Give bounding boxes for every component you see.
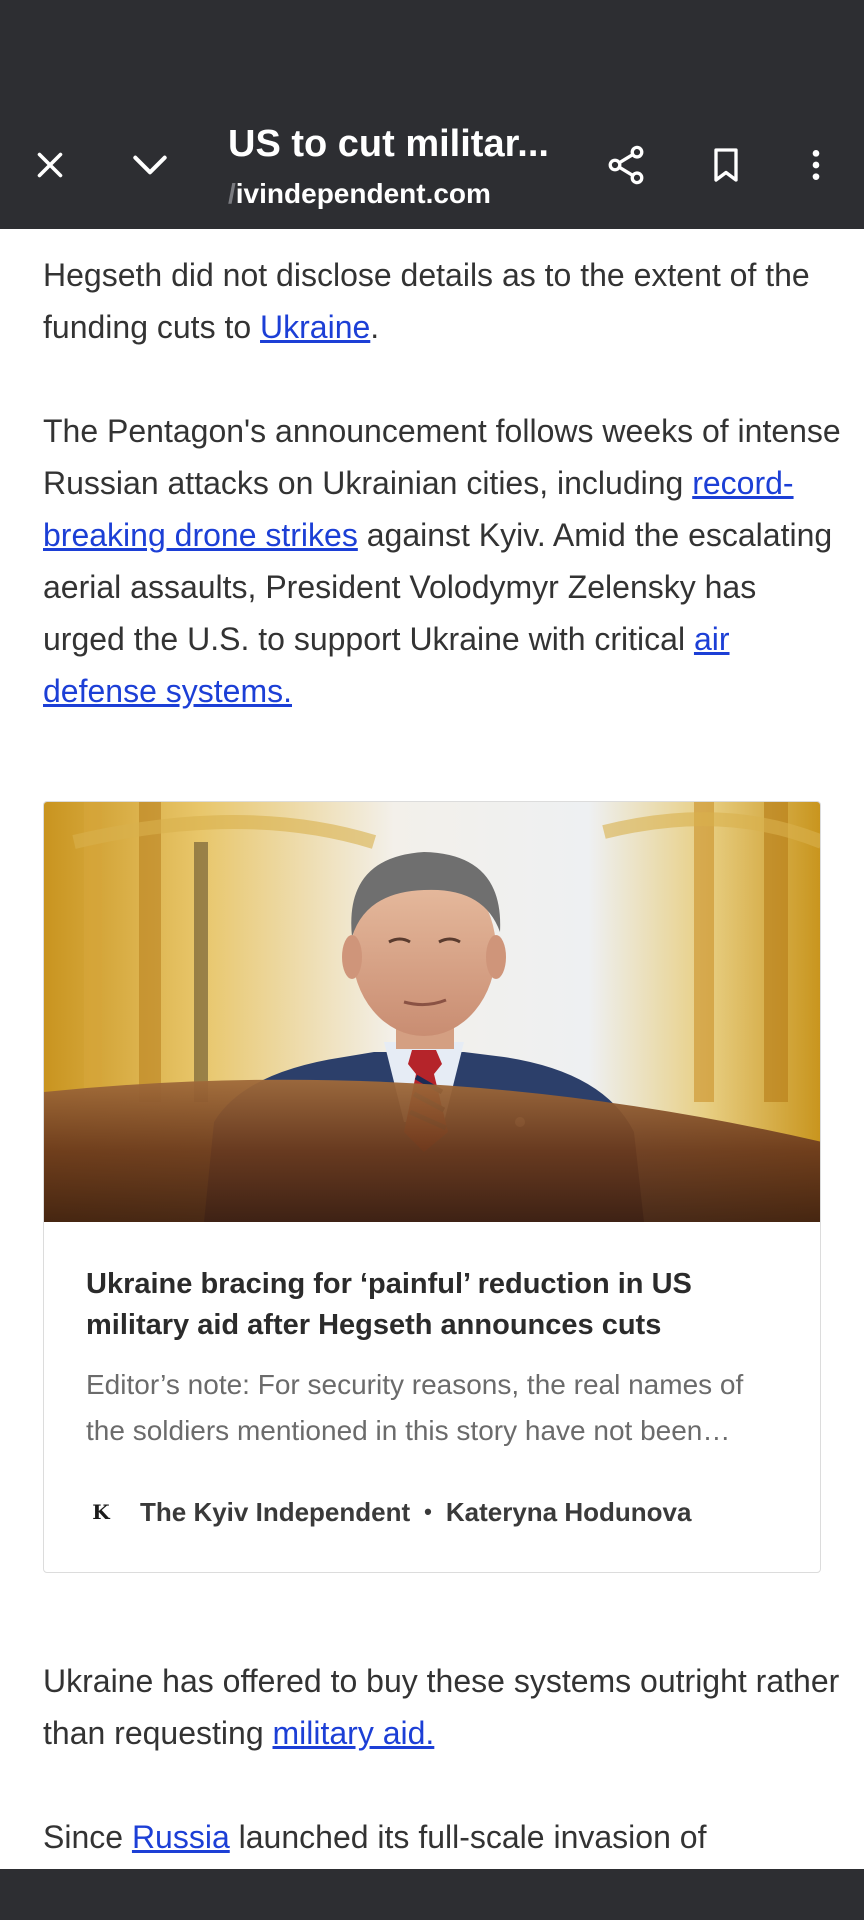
close-icon bbox=[37, 152, 63, 177]
paragraph-4: Since Russia launched its full-scale inv… bbox=[43, 1811, 843, 1863]
card-source: K The Kyiv Independent • Kateryna Hoduno… bbox=[86, 1492, 786, 1532]
card-title: Ukraine bracing for ‘painful’ reduction … bbox=[86, 1268, 692, 1341]
card-publisher: The Kyiv Independent bbox=[140, 1496, 411, 1527]
navigation-bar bbox=[0, 1869, 864, 1920]
more-options-button[interactable] bbox=[766, 100, 864, 229]
bookmark-icon bbox=[714, 147, 738, 182]
card-separator: • bbox=[424, 1499, 432, 1524]
share-icon bbox=[608, 145, 644, 184]
p4-text: Since bbox=[43, 1819, 132, 1855]
link-military-aid[interactable]: military aid. bbox=[273, 1715, 435, 1751]
share-button[interactable] bbox=[576, 100, 676, 229]
page-url[interactable]: /ivindependent.com bbox=[228, 176, 558, 212]
minimize-button[interactable] bbox=[100, 100, 200, 229]
link-russia[interactable]: Russia bbox=[132, 1819, 230, 1855]
url-fade: / bbox=[228, 178, 236, 209]
related-article-card[interactable]: Ukraine bracing for ‘painful’ reduction … bbox=[43, 801, 821, 1573]
card-snippet: Editor’s note: For security reasons, the… bbox=[86, 1369, 744, 1446]
p3-text: Ukraine has offered to buy these systems… bbox=[43, 1663, 840, 1751]
p4-text-end: launched its full-scale invasion of bbox=[229, 1819, 707, 1855]
paragraph-2: The Pentagon's announcement follows week… bbox=[43, 405, 843, 717]
p1-text: Hegseth did not disclose details as to t… bbox=[43, 257, 810, 345]
p1-text-end: . bbox=[370, 309, 380, 345]
link-ukraine[interactable]: Ukraine bbox=[260, 309, 370, 345]
kyiv-independent-logo-icon: K bbox=[92, 1500, 110, 1524]
card-image bbox=[44, 802, 820, 1222]
paragraph-1: Hegseth did not disclose details as to t… bbox=[43, 249, 843, 353]
chevron-down-icon bbox=[133, 155, 167, 174]
more-vert-icon bbox=[812, 149, 820, 180]
url-domain: ivindependent.com bbox=[235, 178, 491, 209]
page-title: US to cut militar... bbox=[228, 123, 549, 165]
card-author: Kateryna Hodunova bbox=[445, 1496, 692, 1527]
hegseth-photo bbox=[44, 802, 820, 1222]
paragraph-3: Ukraine has offered to buy these systems… bbox=[43, 1655, 843, 1759]
bookmark-button[interactable] bbox=[676, 100, 776, 229]
custom-tab-toolbar: US to cut militar... /ivindependent.com bbox=[0, 100, 864, 229]
status-bar bbox=[0, 0, 864, 100]
close-button[interactable] bbox=[0, 100, 100, 229]
